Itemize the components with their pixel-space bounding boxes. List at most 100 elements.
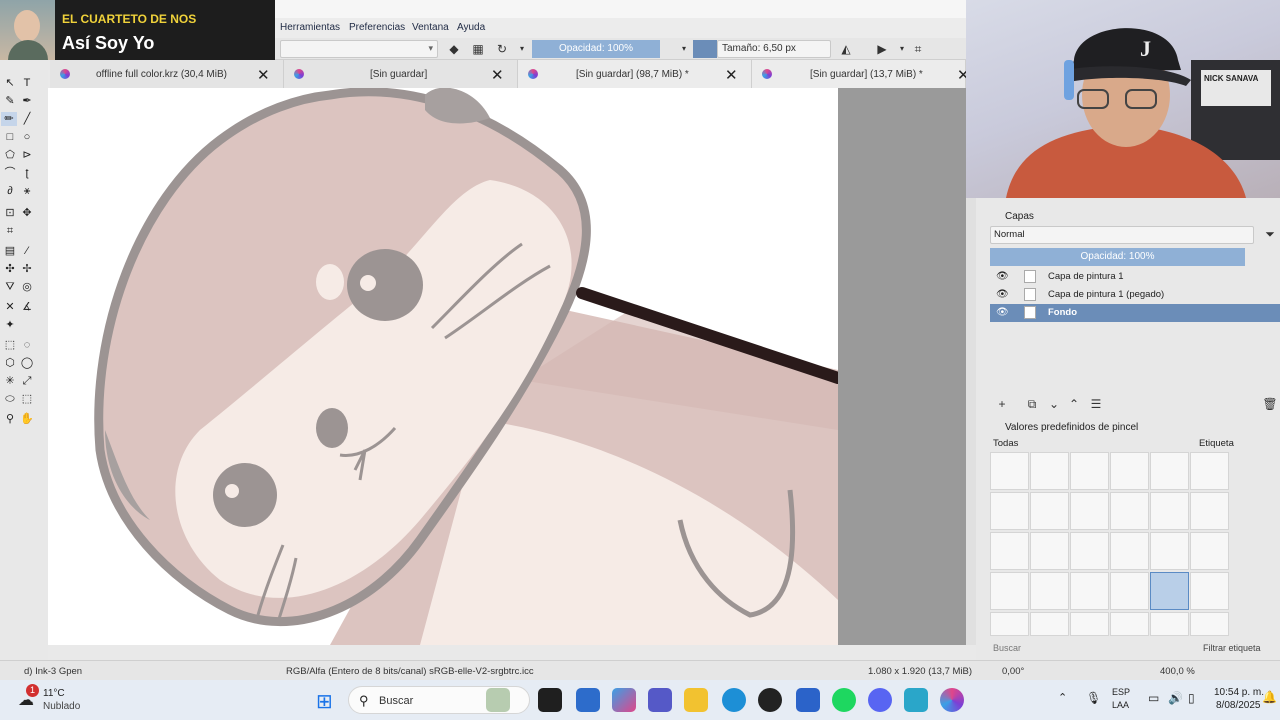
layer-row[interactable]: 👁 Capa de pintura 1 (990, 268, 1280, 286)
duplicate-layer-icon[interactable]: ⧉ (1024, 396, 1040, 412)
line-icon[interactable]: ╱ (20, 112, 34, 126)
volume-icon[interactable]: 🔊 (1168, 691, 1183, 705)
app-icon-1[interactable] (486, 688, 510, 712)
rect-select-icon[interactable]: ⬚ (3, 338, 17, 352)
windows-start-icon[interactable]: ⊞ (316, 689, 333, 714)
file-explorer-dark-icon[interactable] (538, 688, 562, 712)
polyline-icon[interactable]: ⊳ (20, 148, 34, 162)
freehand-path-icon[interactable]: ʈ (20, 166, 34, 180)
assistant-icon[interactable]: ✕ (3, 300, 17, 314)
brush-tool-icon[interactable]: ✏ (1, 112, 17, 126)
similar-select-icon[interactable]: ⤢ (20, 374, 34, 388)
reference-icon[interactable]: ✦ (3, 318, 17, 332)
gradient-icon[interactable]: ▤ (3, 244, 17, 258)
brush-preset[interactable] (1150, 532, 1189, 570)
multibrush-icon[interactable]: ⚹ (20, 184, 34, 198)
brush-preset[interactable] (1150, 612, 1189, 636)
brush-preset[interactable] (990, 492, 1029, 530)
brush-preset[interactable] (1070, 452, 1109, 490)
brush-preset[interactable] (1110, 572, 1149, 610)
enclose-fill-icon[interactable]: ◎ (20, 280, 34, 294)
mirror-horizontal-icon[interactable]: ◭ (838, 41, 854, 57)
size-slider[interactable]: Tamaño: 6,50 px (717, 40, 831, 58)
obs-icon[interactable] (758, 688, 782, 712)
brush-preset-selected[interactable] (1150, 572, 1189, 610)
drawing-canvas[interactable] (48, 88, 838, 645)
contiguous-select-icon[interactable]: ✳ (3, 374, 17, 388)
brush-preset[interactable] (1030, 452, 1069, 490)
move-up-icon[interactable]: ⌃ (1066, 396, 1082, 412)
close-icon[interactable]: ✕ (257, 66, 270, 84)
brush-preset[interactable] (1190, 452, 1229, 490)
fill-icon[interactable]: ⛛ (3, 280, 17, 294)
copilot-icon[interactable] (612, 688, 636, 712)
brush-preset[interactable] (1190, 532, 1229, 570)
tab-sin-guardar-2[interactable]: [Sin guardar] (98,7 MiB) * ✕ (518, 60, 752, 88)
move-down-icon[interactable]: ⌄ (1046, 396, 1062, 412)
brush-preset[interactable] (990, 612, 1029, 636)
edit-shapes-icon[interactable]: ✎ (3, 94, 17, 108)
polygon-select-icon[interactable]: ⬡ (3, 356, 17, 370)
ellipse-select-icon[interactable]: ◌ (20, 338, 34, 352)
magnetic-select-icon[interactable]: ⬚ (20, 392, 34, 406)
discord-icon[interactable] (868, 688, 892, 712)
freehand-select-icon[interactable]: ◯ (20, 356, 34, 370)
select-shapes-icon[interactable]: ↖ (3, 76, 17, 90)
brush-preset[interactable] (1030, 572, 1069, 610)
brush-preset[interactable] (990, 452, 1029, 490)
menu-herramientas[interactable]: Herramientas (280, 22, 340, 33)
menu-preferencias[interactable]: Preferencias (349, 22, 405, 33)
brush-preset[interactable] (1070, 572, 1109, 610)
bezier-icon[interactable]: ⌒ (3, 166, 17, 180)
brush-preset[interactable] (1070, 612, 1109, 636)
filter-tag-checkbox[interactable]: Filtrar etiqueta (1203, 643, 1261, 653)
calligraphy-icon[interactable]: ✒ (20, 94, 34, 108)
edge-icon[interactable] (722, 688, 746, 712)
brush-preset[interactable] (1110, 612, 1149, 636)
tag-label[interactable]: Etiqueta (1199, 438, 1234, 449)
brush-preset[interactable] (1030, 492, 1069, 530)
move-icon[interactable]: ✥ (20, 206, 34, 220)
eye-icon[interactable]: 👁 (996, 307, 1009, 318)
opacity-slider[interactable]: Opacidad: 100% (532, 40, 660, 58)
rectangle-icon[interactable]: □ (3, 130, 17, 144)
menu-ventana[interactable]: Ventana (412, 22, 449, 33)
crop-icon[interactable]: ⌗ (3, 224, 17, 238)
chevron-down-icon[interactable]: ▾ (894, 41, 910, 57)
text-icon[interactable]: T (20, 76, 34, 90)
brush-preset[interactable] (1030, 612, 1069, 636)
add-layer-icon[interactable]: + (994, 396, 1010, 412)
brush-preset[interactable] (1110, 532, 1149, 570)
folder-icon[interactable] (684, 688, 708, 712)
language-code[interactable]: ESP (1112, 687, 1130, 697)
app-icon-2[interactable] (904, 688, 928, 712)
chevron-up-icon[interactable]: ⌃ (1058, 691, 1067, 704)
zoom-value[interactable]: 400,0 % (1160, 666, 1195, 677)
spotify-icon[interactable] (832, 688, 856, 712)
network-icon[interactable]: ▭ (1148, 691, 1159, 705)
layer-row-selected[interactable]: 👁 Fondo (990, 304, 1280, 322)
brush-preset[interactable] (1150, 492, 1189, 530)
dynamic-brush-icon[interactable]: ∂ (3, 184, 17, 198)
layer-properties-icon[interactable]: ☰ (1088, 396, 1104, 412)
transform-icon[interactable]: ⊡ (3, 206, 17, 220)
colorize-mask-icon[interactable]: ✢ (20, 262, 34, 276)
layer-opacity-slider[interactable]: Opacidad: 100% (990, 248, 1245, 266)
chevron-down-icon[interactable]: ▾ (676, 41, 692, 57)
tab-offline-full-color[interactable]: offline full color.krz (30,4 MiB) ✕ (50, 60, 284, 88)
brush-preset[interactable] (1190, 612, 1229, 636)
vscode-icon[interactable] (796, 688, 820, 712)
zoom-icon[interactable]: ⚲ (3, 412, 17, 426)
clock-time[interactable]: 10:54 p. m. (1214, 687, 1264, 698)
chevron-down-icon[interactable]: ▾ (514, 41, 530, 57)
brush-filter-select[interactable]: Todas (993, 438, 1018, 449)
filter-icon[interactable]: ⏷ (1262, 226, 1278, 242)
brush-preset[interactable] (1070, 492, 1109, 530)
clock-date[interactable]: 8/08/2025 (1216, 700, 1261, 711)
notifications-icon[interactable]: 🔔 (1262, 690, 1277, 704)
measure-icon[interactable]: ∡ (20, 300, 34, 314)
pan-icon[interactable]: ✋ (20, 412, 34, 426)
eye-icon[interactable]: 👁 (996, 271, 1009, 282)
reload-icon[interactable]: ↻ (494, 41, 510, 57)
close-icon[interactable]: ✕ (725, 66, 738, 84)
